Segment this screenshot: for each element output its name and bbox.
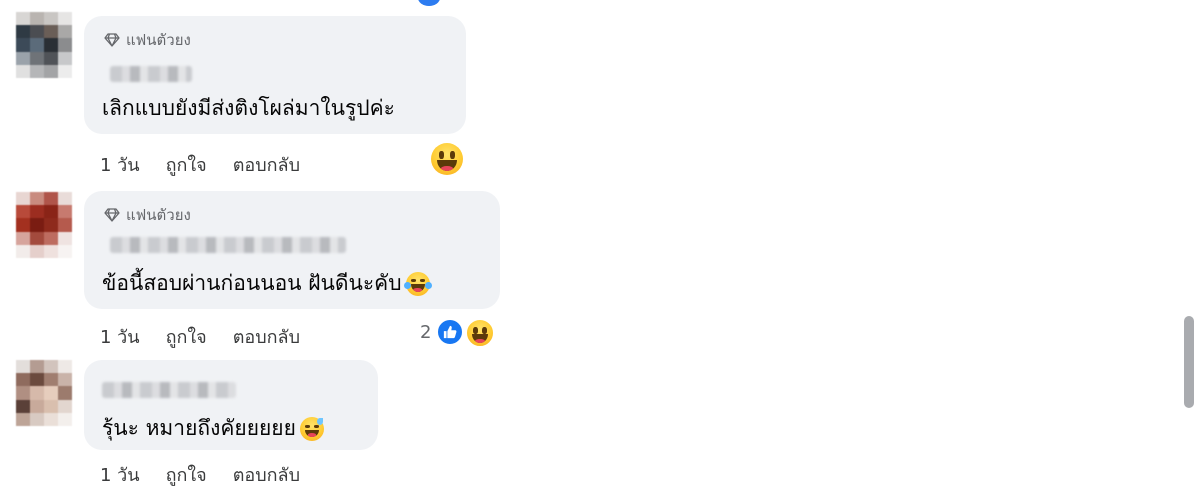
comment-actions: 1 วัน ถูกใจ ตอบกลับ — [100, 322, 300, 351]
reply-button[interactable]: ตอบกลับ — [233, 150, 300, 179]
reply-button[interactable]: ตอบกลับ — [233, 322, 300, 351]
avatar[interactable] — [16, 12, 72, 78]
reaction-count[interactable]: 2 — [420, 322, 431, 343]
top-fan-badge: แฟนตัวยง — [104, 203, 191, 227]
comment-actions: 1 วัน ถูกใจ ตอบกลับ — [100, 150, 300, 179]
avatar[interactable] — [16, 360, 72, 426]
comment-text: ข้อนี้สอบผ่านก่อนนอน ฝันดีนะคับ — [102, 267, 432, 300]
comment-bubble: แฟนตัวยง ข้อนี้สอบผ่านก่อนนอน ฝันดีนะคับ — [84, 191, 500, 309]
like-button[interactable]: ถูกใจ — [166, 322, 207, 351]
like-button[interactable]: ถูกใจ — [166, 460, 207, 489]
laughing-emoji-icon[interactable] — [431, 143, 463, 175]
comment-actions: 1 วัน ถูกใจ ตอบกลับ — [100, 460, 300, 489]
like-button[interactable]: ถูกใจ — [166, 150, 207, 179]
tears-of-joy-emoji-icon — [403, 271, 432, 296]
scrollbar-thumb[interactable] — [1184, 316, 1194, 408]
commenter-name[interactable] — [102, 382, 236, 398]
comment-text: รุ้นะ หมายถึงคัยยยยย — [102, 412, 324, 445]
comment-text: เลิกแบบยังมีส่งติงโผล่มาในรูปค่ะ — [102, 96, 395, 120]
diamond-icon — [104, 208, 120, 222]
laughing-emoji-icon[interactable] — [465, 318, 495, 348]
comment-bubble: แฟนตัวยง เลิกแบบยังมีส่งติงโผล่มาในรูปค่… — [84, 16, 466, 134]
comment-bubble: รุ้นะ หมายถึงคัยยยยย — [84, 360, 378, 450]
grinning-sweat-emoji-icon — [299, 416, 324, 441]
comment-timestamp[interactable]: 1 วัน — [100, 460, 140, 489]
commenter-name[interactable] — [110, 237, 346, 253]
badge-label: แฟนตัวยง — [126, 206, 191, 224]
comment-timestamp[interactable]: 1 วัน — [100, 322, 140, 351]
avatar[interactable] — [16, 192, 72, 258]
diamond-icon — [104, 33, 120, 47]
commenter-name[interactable] — [110, 66, 192, 82]
reaction-icon-partial — [418, 0, 440, 6]
thumbs-up-icon[interactable] — [436, 318, 464, 346]
comment-timestamp[interactable]: 1 วัน — [100, 150, 140, 179]
top-fan-badge: แฟนตัวยง — [104, 28, 191, 52]
badge-label: แฟนตัวยง — [126, 31, 191, 49]
reply-button[interactable]: ตอบกลับ — [233, 460, 300, 489]
